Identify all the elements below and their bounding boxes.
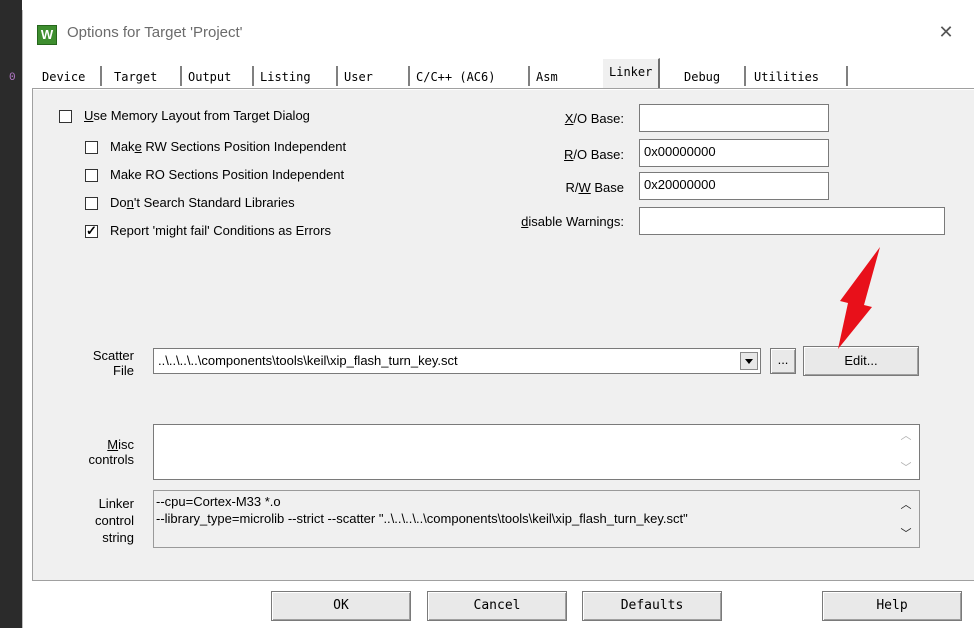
scatter-file-combo[interactable]: ..\..\..\..\components\tools\keil\xip_fl… bbox=[153, 348, 761, 374]
dont-search-checkbox[interactable] bbox=[85, 197, 98, 210]
tab-listing[interactable]: Listing bbox=[256, 66, 315, 88]
ok-button[interactable]: OK bbox=[271, 591, 411, 621]
disable-warnings-label: disable Warnings: bbox=[521, 214, 624, 229]
panel-highlight bbox=[33, 89, 974, 90]
tab-cc-ac6[interactable]: C/C++ (AC6) bbox=[412, 66, 499, 88]
make-rw-checkbox[interactable] bbox=[85, 141, 98, 154]
window-title: Options for Target 'Project' bbox=[67, 24, 243, 41]
scroll-down-icon[interactable]: ﹀ bbox=[899, 461, 913, 475]
help-button[interactable]: Help bbox=[822, 591, 962, 621]
background-edge-mark: 0 bbox=[9, 72, 16, 84]
xo-base-label: X/O Base: bbox=[564, 111, 624, 126]
tab-output[interactable]: Output bbox=[184, 66, 235, 88]
linker-string-line-1: --cpu=Cortex-M33 *.o bbox=[156, 494, 281, 509]
browse-button[interactable]: ... bbox=[770, 348, 796, 374]
linker-control-string-box[interactable]: --cpu=Cortex-M33 *.o --library_type=micr… bbox=[153, 490, 920, 548]
rw-base-label: R/W Base bbox=[565, 180, 624, 195]
rw-base-input[interactable]: 0x20000000 bbox=[639, 172, 829, 200]
chevron-down-icon[interactable] bbox=[740, 352, 758, 370]
make-ro-checkbox[interactable] bbox=[85, 169, 98, 182]
misc-controls-label: Misc controls bbox=[88, 437, 134, 467]
scroll-up-icon[interactable]: ︿ bbox=[899, 429, 913, 443]
use-memory-layout-label: Use Memory Layout from Target Dialog bbox=[84, 108, 310, 123]
scatter-file-value: ..\..\..\..\components\tools\keil\xip_fl… bbox=[158, 353, 458, 368]
report-might-fail-label: Report 'might fail' Conditions as Errors bbox=[110, 223, 331, 238]
keil-app-icon: W bbox=[37, 25, 57, 45]
report-might-fail-checkbox[interactable] bbox=[85, 223, 98, 239]
tab-separator bbox=[744, 66, 746, 86]
tab-separator bbox=[252, 66, 254, 86]
tab-target[interactable]: Target bbox=[110, 66, 161, 88]
defaults-button[interactable]: Defaults bbox=[582, 591, 722, 621]
cancel-button[interactable]: Cancel bbox=[427, 591, 567, 621]
tab-separator bbox=[180, 66, 182, 86]
linker-string-line-2: --library_type=microlib --strict --scatt… bbox=[156, 511, 688, 526]
misc-controls-input[interactable]: ︿ ﹀ bbox=[153, 424, 920, 480]
tab-separator bbox=[846, 66, 848, 86]
tab-linker[interactable]: Linker bbox=[602, 58, 661, 88]
xo-base-input[interactable] bbox=[639, 104, 829, 132]
tab-separator bbox=[408, 66, 410, 86]
linker-control-string-label: Linker control string bbox=[94, 496, 134, 545]
ro-base-input[interactable]: 0x00000000 bbox=[639, 139, 829, 167]
tab-asm[interactable]: Asm bbox=[532, 66, 562, 88]
tab-separator bbox=[336, 66, 338, 86]
ro-base-label: R/O Base: bbox=[564, 147, 624, 162]
tab-device[interactable]: Device bbox=[38, 66, 89, 88]
tab-utilities[interactable]: Utilities bbox=[750, 66, 823, 88]
scatter-file-label: Scatter File bbox=[92, 348, 134, 378]
red-annotation-arrow-icon bbox=[838, 247, 880, 349]
tab-separator bbox=[528, 66, 530, 86]
scroll-up-icon[interactable]: ︿ bbox=[899, 498, 913, 512]
make-ro-label: Make RO Sections Position Independent bbox=[110, 167, 345, 182]
make-rw-label: Make RW Sections Position Independent bbox=[110, 139, 347, 154]
dont-search-label: Don't Search Standard Libraries bbox=[110, 195, 295, 210]
tab-separator bbox=[100, 66, 102, 86]
tab-debug[interactable]: Debug bbox=[680, 66, 724, 88]
tab-user[interactable]: User bbox=[340, 66, 377, 88]
disable-warnings-input[interactable] bbox=[639, 207, 945, 235]
use-memory-layout-checkbox[interactable] bbox=[59, 110, 72, 123]
background-editor-edge bbox=[0, 0, 22, 628]
scroll-down-icon[interactable]: ﹀ bbox=[899, 527, 913, 541]
title-bar: W Options for Target 'Project' ✕ bbox=[23, 10, 974, 54]
close-button[interactable]: ✕ bbox=[928, 17, 964, 47]
